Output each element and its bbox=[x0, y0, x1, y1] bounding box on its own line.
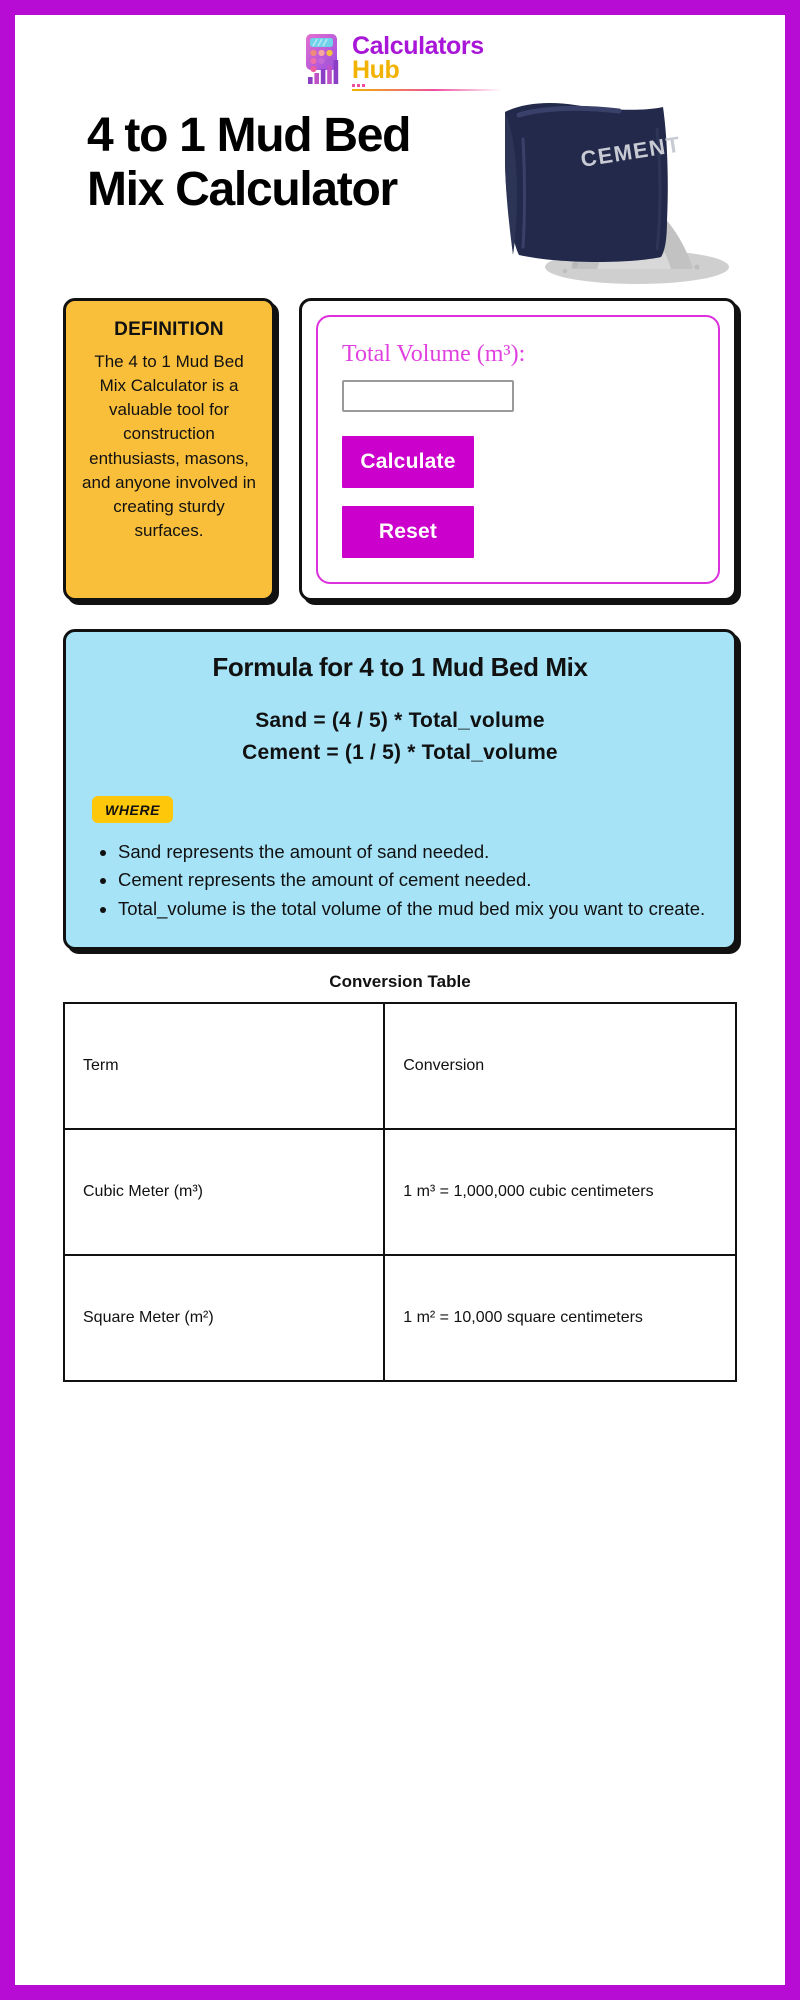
table-row: Square Meter (m²) 1 m² = 10,000 square c… bbox=[62, 1253, 737, 1382]
definition-card: DEFINITION The 4 to 1 Mud Bed Mix Calcul… bbox=[63, 298, 275, 601]
infographic-page: Calculators Hub 4 to 1 Mud Bed Mix Calcu… bbox=[0, 0, 800, 2000]
table-cell-term: Square Meter (m²) bbox=[62, 1253, 386, 1382]
definition-text: The 4 to 1 Mud Bed Mix Calculator is a v… bbox=[82, 352, 256, 540]
total-volume-label: Total Volume (m³): bbox=[342, 341, 526, 367]
table-cell-term: Cubic Meter (m³) bbox=[62, 1127, 386, 1256]
formula-card: Formula for 4 to 1 Mud Bed Mix Sand = (4… bbox=[63, 628, 737, 950]
table-header-term: Term bbox=[62, 1001, 386, 1130]
reset-button[interactable]: Reset bbox=[342, 505, 474, 558]
cement-bag-illustration: CEMENT bbox=[479, 97, 729, 287]
calculator-bar-chart-icon bbox=[298, 33, 344, 85]
calculator-card: Total Volume (m³): Calculate Reset bbox=[299, 298, 737, 601]
where-badge: WHERE bbox=[92, 795, 174, 823]
formula-equation-cement: Cement = (1 / 5) * Total_volume bbox=[242, 741, 558, 765]
definition-heading: DEFINITION bbox=[114, 319, 224, 340]
table-header-conversion: Conversion bbox=[383, 1001, 737, 1130]
formula-equation-sand: Sand = (4 / 5) * Total_volume bbox=[255, 708, 545, 732]
page-title: 4 to 1 Mud Bed Mix Calculator bbox=[87, 109, 411, 217]
conversion-table: Term Conversion Cubic Meter (m³) 1 m³ = … bbox=[62, 1001, 737, 1382]
where-item-total-volume: Total_volume is the total volume of the … bbox=[118, 896, 708, 923]
header-section: 4 to 1 Mud Bed Mix Calculator CEMENT bbox=[63, 97, 737, 292]
logo-text-hub: Hub bbox=[352, 55, 400, 84]
calculate-button[interactable]: Calculate bbox=[342, 435, 474, 488]
where-item-cement: Cement represents the amount of cement n… bbox=[118, 867, 708, 894]
logo-dots bbox=[352, 83, 502, 87]
total-volume-input[interactable] bbox=[342, 379, 514, 412]
table-cell-conversion: 1 m³ = 1,000,000 cubic centimeters bbox=[383, 1127, 737, 1256]
table-header-row: Term Conversion bbox=[62, 1001, 737, 1130]
site-logo[interactable]: Calculators Hub bbox=[63, 27, 737, 97]
logo-underline bbox=[352, 88, 502, 91]
where-item-sand: Sand represents the amount of sand neede… bbox=[118, 839, 708, 866]
where-list: Sand represents the amount of sand neede… bbox=[92, 839, 708, 923]
table-row: Cubic Meter (m³) 1 m³ = 1,000,000 cubic … bbox=[62, 1127, 737, 1256]
table-cell-conversion: 1 m² = 10,000 square centimeters bbox=[383, 1253, 737, 1382]
formula-equations: Sand = (4 / 5) * Total_volume Cement = (… bbox=[92, 705, 708, 770]
definition-and-calculator-row: DEFINITION The 4 to 1 Mud Bed Mix Calcul… bbox=[63, 298, 737, 601]
formula-title: Formula for 4 to 1 Mud Bed Mix bbox=[212, 651, 588, 682]
conversion-table-title: Conversion Table bbox=[329, 971, 471, 991]
